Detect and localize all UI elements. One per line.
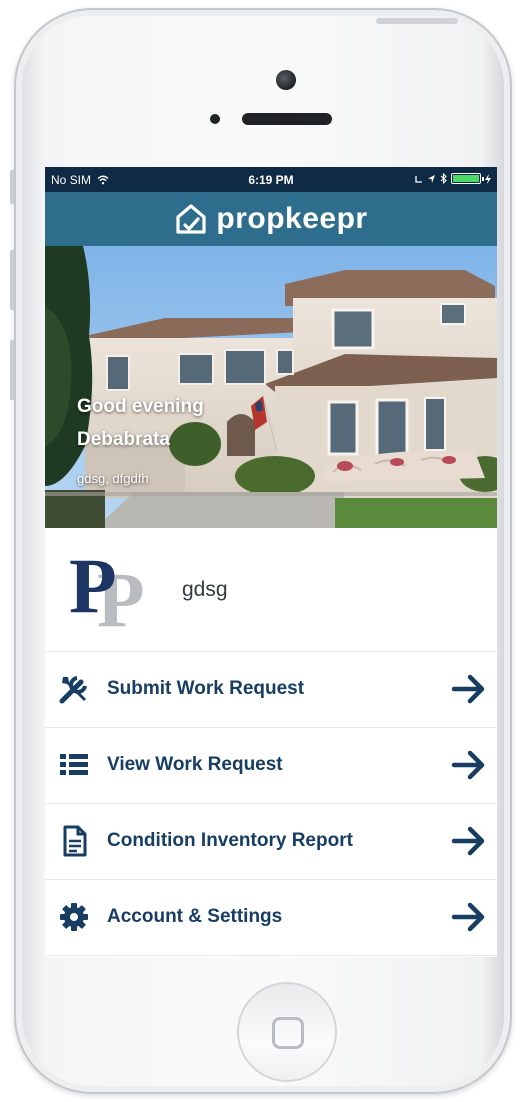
menu-label: View Work Request bbox=[107, 754, 283, 775]
menu-item-account-settings[interactable]: Account & Settings bbox=[45, 880, 497, 956]
proximity-sensor bbox=[210, 114, 220, 124]
status-indicators bbox=[414, 173, 491, 184]
arrow-right-icon bbox=[451, 674, 485, 704]
volume-up-button bbox=[10, 250, 15, 310]
app-logo-text: propkeepr bbox=[216, 202, 368, 235]
power-button bbox=[376, 18, 458, 24]
menu-item-view-work-request[interactable]: View Work Request bbox=[45, 728, 497, 804]
front-camera bbox=[276, 70, 296, 90]
property-address: gdsg, dfgdfh bbox=[77, 471, 149, 486]
arrow-right-icon bbox=[451, 902, 485, 932]
document-icon bbox=[63, 825, 87, 857]
phone-screen: No SIM 6:19 PM propkeepr Good evening De… bbox=[45, 167, 497, 957]
menu-item-submit-work-request[interactable]: Submit Work Request bbox=[45, 652, 497, 728]
earpiece-speaker bbox=[242, 113, 332, 125]
property-profile[interactable]: P P gdsg bbox=[45, 528, 497, 652]
battery-icon bbox=[451, 173, 484, 184]
charging-icon bbox=[485, 173, 491, 184]
arrow-right-icon bbox=[451, 750, 485, 780]
menu-label: Account & Settings bbox=[107, 906, 283, 927]
menu-label: Condition Inventory Report bbox=[107, 830, 353, 851]
svg-text:P: P bbox=[69, 542, 117, 629]
rotation-lock-icon bbox=[415, 175, 422, 183]
greeting-line-1: Good evening bbox=[77, 396, 204, 417]
greeting-name: Debabrata bbox=[77, 429, 170, 450]
menu-item-condition-inventory-report[interactable]: Condition Inventory Report bbox=[45, 804, 497, 880]
list-icon bbox=[60, 754, 88, 775]
volume-down-button bbox=[10, 340, 15, 400]
gear-icon bbox=[60, 903, 88, 931]
status-bar: No SIM 6:19 PM bbox=[45, 167, 497, 192]
tools-icon bbox=[59, 676, 87, 704]
arrow-right-icon bbox=[451, 826, 485, 856]
home-button[interactable] bbox=[237, 982, 337, 1082]
location-icon bbox=[428, 174, 435, 183]
bluetooth-icon bbox=[440, 173, 447, 184]
property-photo: Good evening Debabrata gdsg, dfgdfh bbox=[45, 246, 497, 528]
app-header: propkeepr bbox=[45, 192, 497, 246]
property-name: gdsg bbox=[182, 578, 228, 601]
menu-label: Submit Work Request bbox=[107, 678, 305, 699]
property-monogram-logo: P P bbox=[69, 542, 145, 634]
mute-switch bbox=[10, 170, 15, 204]
propkeepr-logo-icon bbox=[176, 204, 206, 234]
